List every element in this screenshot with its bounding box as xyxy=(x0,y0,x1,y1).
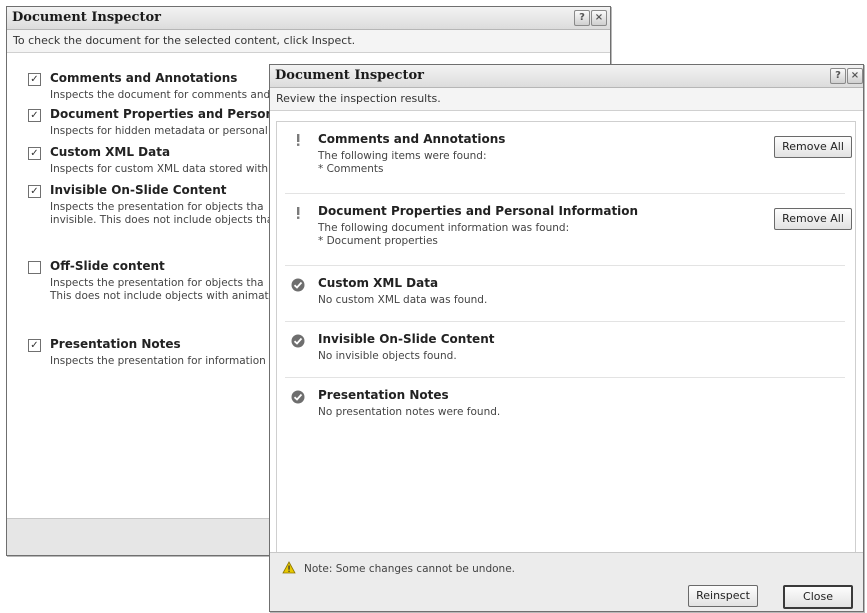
instruction-text: To check the document for the selected c… xyxy=(7,30,610,53)
option-desc: Inspects for custom XML data stored with xyxy=(50,163,269,175)
reinspect-button[interactable]: Reinspect xyxy=(688,585,758,607)
option-title: Off-Slide content xyxy=(50,259,165,273)
title-bar: Document Inspector ? × xyxy=(270,65,863,88)
close-button[interactable]: Close xyxy=(783,585,853,609)
result-desc: No invisible objects found. xyxy=(318,350,457,362)
option-desc: Inspects the document for comments and xyxy=(50,89,271,101)
option-title: Document Properties and Personal xyxy=(50,107,287,121)
check-circle-icon xyxy=(291,278,305,292)
found-indicator-icon xyxy=(297,134,300,146)
option-title: Comments and Annotations xyxy=(50,71,238,85)
invisible-content-checkbox[interactable]: ✓ xyxy=(28,185,41,198)
off-slide-checkbox[interactable] xyxy=(28,261,41,274)
result-desc: The following document information was f… xyxy=(318,222,570,234)
result-desc: The following items were found: xyxy=(318,150,487,162)
option-desc: Inspects the presentation for informatio… xyxy=(50,355,266,367)
title-bar: Document Inspector ? × xyxy=(7,7,610,30)
check-circle-icon xyxy=(291,334,305,348)
document-properties-checkbox[interactable]: ✓ xyxy=(28,109,41,122)
result-title: Presentation Notes xyxy=(318,388,449,402)
option-title: Custom XML Data xyxy=(50,145,171,159)
result-title: Custom XML Data xyxy=(318,276,439,290)
close-icon[interactable]: × xyxy=(591,10,607,26)
option-desc: Inspects for hidden metadata or personal xyxy=(50,125,268,137)
dialog-footer: Note: Some changes cannot be undone. Rei… xyxy=(270,552,863,611)
divider xyxy=(285,377,845,378)
remove-all-comments-button[interactable]: Remove All xyxy=(774,136,852,158)
check-circle-icon xyxy=(291,390,305,404)
divider xyxy=(285,265,845,266)
undo-note: Note: Some changes cannot be undone. xyxy=(304,563,516,575)
option-desc-line1: Inspects the presentation for objects th… xyxy=(50,201,264,213)
option-desc-line2: invisible. This does not include objects… xyxy=(50,214,274,226)
close-icon[interactable]: × xyxy=(847,68,863,84)
document-inspector-dialog-results: Document Inspector ? × Review the inspec… xyxy=(269,64,864,612)
remove-all-document-properties-button[interactable]: Remove All xyxy=(774,208,852,230)
result-desc: No custom XML data was found. xyxy=(318,294,488,306)
results-subtitle: Review the inspection results. xyxy=(270,88,863,111)
results-list: Comments and Annotations The following i… xyxy=(276,121,856,553)
result-title: Invisible On-Slide Content xyxy=(318,332,495,346)
result-detail: * Document properties xyxy=(318,235,438,247)
result-title: Comments and Annotations xyxy=(318,132,506,146)
result-desc: No presentation notes were found. xyxy=(318,406,501,418)
dialog-title: Document Inspector xyxy=(275,68,424,83)
result-title: Document Properties and Personal Informa… xyxy=(318,204,639,218)
option-desc-line2: This does not include objects with anima… xyxy=(50,290,272,302)
custom-xml-checkbox[interactable]: ✓ xyxy=(28,147,41,160)
option-title: Presentation Notes xyxy=(50,337,181,351)
help-icon[interactable]: ? xyxy=(830,68,846,84)
option-title: Invisible On-Slide Content xyxy=(50,183,227,197)
presentation-notes-checkbox[interactable]: ✓ xyxy=(28,339,41,352)
comments-checkbox[interactable]: ✓ xyxy=(28,73,41,86)
result-detail: * Comments xyxy=(318,163,384,175)
option-desc-line1: Inspects the presentation for objects th… xyxy=(50,277,264,289)
warning-icon xyxy=(282,561,296,574)
divider xyxy=(285,321,845,322)
dialog-title: Document Inspector xyxy=(12,10,161,25)
found-indicator-icon xyxy=(297,207,300,219)
divider xyxy=(285,193,845,194)
help-icon[interactable]: ? xyxy=(574,10,590,26)
